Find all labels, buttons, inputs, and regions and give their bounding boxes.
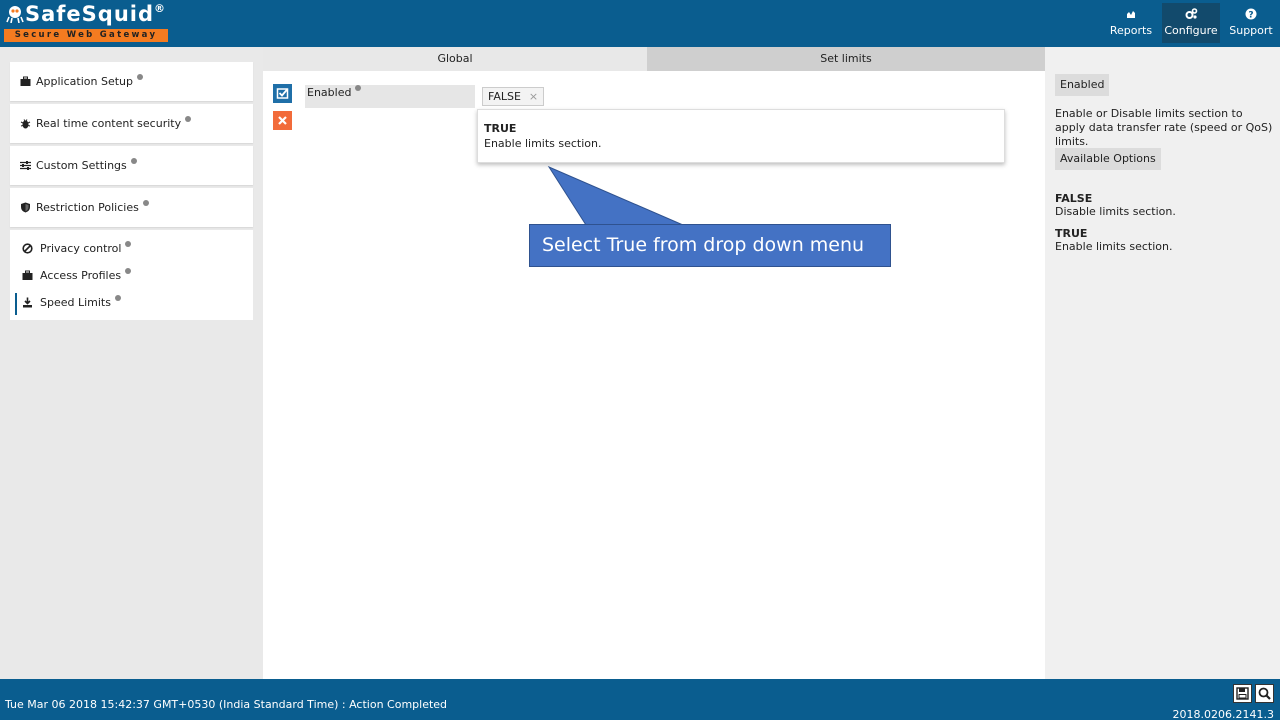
- nav-reports-label: Reports: [1109, 24, 1153, 37]
- help-option-name: FALSE: [1055, 192, 1093, 205]
- help-option-desc: Enable limits section.: [1055, 240, 1173, 253]
- sidebar-item-custom-settings[interactable]: Custom Settings: [10, 146, 253, 185]
- search-button[interactable]: [1255, 684, 1274, 703]
- sidebar-item-real-time-content-security[interactable]: Real time content security: [10, 104, 253, 143]
- status-message: Tue Mar 06 2018 15:42:37 GMT+0530 (India…: [5, 698, 448, 711]
- status-footer: Tue Mar 06 2018 15:42:37 GMT+0530 (India…: [0, 679, 1280, 720]
- sidebar-subitem-label: Speed Limits: [40, 296, 111, 309]
- sidebar-subitem-speed-limits[interactable]: Speed Limits: [10, 289, 253, 316]
- instruction-callout: Select True from drop down menu: [529, 224, 891, 267]
- ban-icon: [22, 242, 34, 255]
- sidebar-item-label: Real time content security: [36, 117, 182, 130]
- svg-text:?: ?: [1248, 11, 1253, 21]
- help-option-name: TRUE: [1055, 227, 1088, 240]
- help-description: Enable or Disable limits section to appl…: [1055, 107, 1273, 148]
- sidebar-subitem-access-profiles[interactable]: Access Profiles: [10, 262, 253, 289]
- search-icon: [1258, 687, 1271, 700]
- main-panel: Global Set limits Enabled FALSE × TRUE E…: [263, 47, 1045, 679]
- sidebar-subitem-privacy-control[interactable]: Privacy control: [10, 235, 253, 262]
- sidebar-item-application-setup[interactable]: Application Setup: [10, 62, 253, 101]
- sidebar-subitem-label: Privacy control: [40, 242, 122, 255]
- top-header: SafeSquid® Secure Web Gateway Reports Co…: [0, 0, 1280, 47]
- version-label: 2018.0206.2141.3: [1172, 708, 1274, 720]
- nav-configure[interactable]: Configure: [1162, 3, 1220, 43]
- info-icon[interactable]: [114, 294, 121, 301]
- help-panel: Enabled Enable or Disable limits section…: [1045, 47, 1280, 679]
- download-icon: [22, 297, 34, 309]
- nav-reports[interactable]: Reports: [1102, 3, 1160, 43]
- info-icon[interactable]: [185, 115, 192, 122]
- sidebar-item-label: Restriction Policies: [36, 201, 139, 214]
- squid-logo-icon: [6, 4, 24, 24]
- cogs-icon: [1162, 8, 1220, 22]
- restriction-policies-submenu: Privacy control Access Profiles Speed Li…: [10, 230, 253, 320]
- briefcase-icon: [22, 270, 34, 282]
- chart-icon: [1102, 8, 1160, 22]
- sliders-icon: [20, 160, 32, 172]
- info-icon[interactable]: [142, 199, 149, 206]
- sidebar-item-restriction-policies[interactable]: Restriction Policies: [10, 188, 253, 227]
- help-option-desc: Disable limits section.: [1055, 205, 1176, 218]
- shield-icon: [20, 202, 32, 214]
- save-config-button[interactable]: [1233, 684, 1252, 703]
- nav-configure-label: Configure: [1164, 24, 1218, 37]
- sidebar-item-label: Application Setup: [36, 75, 133, 88]
- logo-tagline: Secure Web Gateway: [4, 29, 168, 42]
- sidebar-subitem-label: Access Profiles: [40, 269, 122, 282]
- sidebar-item-label: Custom Settings: [36, 159, 127, 172]
- nav-support[interactable]: ? Support: [1222, 3, 1280, 43]
- nav-support-label: Support: [1229, 24, 1273, 37]
- info-icon[interactable]: [125, 240, 132, 247]
- top-nav: Reports Configure ? Support: [1100, 3, 1280, 43]
- left-sidebar: Application Setup Real time content secu…: [10, 62, 253, 320]
- floppy-icon: [1236, 687, 1249, 700]
- info-icon[interactable]: [125, 267, 132, 274]
- logo-text: SafeSquid®: [6, 2, 166, 26]
- help-tag-available-options: Available Options: [1055, 148, 1161, 170]
- info-icon[interactable]: [130, 157, 137, 164]
- help-tag-enabled: Enabled: [1055, 74, 1110, 96]
- info-icon[interactable]: [136, 73, 143, 80]
- question-icon: ?: [1222, 8, 1280, 22]
- bug-icon: [20, 118, 32, 130]
- safesquid-logo[interactable]: SafeSquid® Secure Web Gateway: [4, 2, 170, 44]
- callout-pointer: [547, 165, 684, 226]
- briefcase-icon: [20, 76, 32, 88]
